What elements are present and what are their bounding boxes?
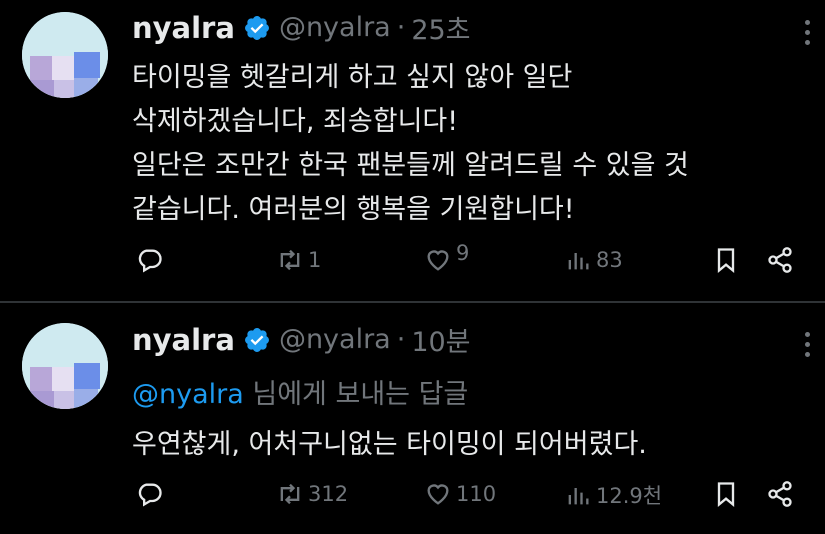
views-button[interactable]: 12.9천 (564, 480, 662, 510)
tweet-text-line: 일단은 조만간 한국 팬분들께 알려드릴 수 있을 것 (132, 150, 689, 181)
tweet-text: 우연찮게, 어처구니없는 타이밍이 되어버렸다. (132, 429, 647, 460)
reply-mention-link[interactable]: @nyalra (132, 379, 244, 410)
reply-context-text: 님에게 보내는 답글 (243, 379, 469, 410)
more-icon[interactable] (803, 332, 811, 357)
views-icon (568, 488, 589, 505)
bookmark-button[interactable] (712, 246, 740, 274)
bookmark-icon (717, 482, 735, 507)
timestamp[interactable]: 25초 (411, 8, 470, 47)
tweet-text-line: 같습니다. 여러분의 행복을 기원합니다! (132, 194, 575, 225)
like-button[interactable]: 9 (424, 241, 469, 274)
tweet-text-line: 타이밍을 헷갈리게 하고 싶지 않아 일단 (132, 62, 573, 93)
author-name[interactable]: nyalra (132, 11, 235, 45)
reply-button[interactable] (136, 246, 164, 274)
like-icon (427, 250, 449, 271)
action-bar: 312 110 12.9천 (132, 480, 812, 520)
like-icon (427, 484, 449, 505)
like-count: 9 (456, 241, 470, 265)
separator-dot: · (396, 324, 406, 355)
tweet-text: 타이밍을 헷갈리게 하고 싶지 않아 일단 삭제하겠습니다, 죄송합니다! 일단… (132, 56, 802, 232)
views-icon (568, 253, 589, 270)
more-icon[interactable] (803, 20, 811, 45)
views-button[interactable]: 83 (564, 246, 623, 274)
retweet-icon (280, 249, 300, 271)
author-name[interactable]: nyalra (132, 323, 235, 357)
retweet-icon (280, 483, 300, 505)
reply-button[interactable] (136, 480, 164, 508)
share-icon (768, 481, 792, 507)
reply-icon (138, 483, 162, 507)
views-count: 83 (596, 248, 623, 272)
retweet-button[interactable]: 1 (276, 246, 321, 274)
action-bar: 1 9 83 (132, 241, 812, 286)
like-count: 110 (456, 482, 497, 506)
reply-context: @nyalra 님에게 보내는 답글 (132, 372, 468, 411)
bookmark-icon (717, 248, 735, 273)
verified-badge-icon (244, 15, 269, 40)
author-handle[interactable]: @nyalra (279, 12, 391, 43)
bookmark-button[interactable] (712, 480, 740, 508)
share-button[interactable] (766, 246, 794, 274)
verified-badge-icon (244, 327, 269, 352)
views-count: 12.9천 (596, 484, 663, 508)
avatar[interactable] (22, 323, 108, 409)
tweet-header: nyalra @nyalra · 10분 (132, 320, 471, 359)
separator-dot: · (396, 12, 406, 43)
share-button[interactable] (766, 480, 794, 508)
timestamp[interactable]: 10분 (411, 320, 470, 359)
like-button[interactable]: 110 (424, 480, 496, 508)
retweet-count: 312 (308, 482, 349, 506)
retweet-count: 1 (308, 248, 322, 272)
author-handle[interactable]: @nyalra (279, 324, 391, 355)
tweet-header: nyalra @nyalra · 25초 (132, 8, 471, 47)
reply-icon (138, 249, 162, 273)
tweet-text-line: 삭제하겠습니다, 죄송합니다! (132, 106, 459, 137)
retweet-button[interactable]: 312 (276, 480, 348, 508)
avatar[interactable] (22, 12, 108, 98)
share-icon (768, 247, 792, 273)
